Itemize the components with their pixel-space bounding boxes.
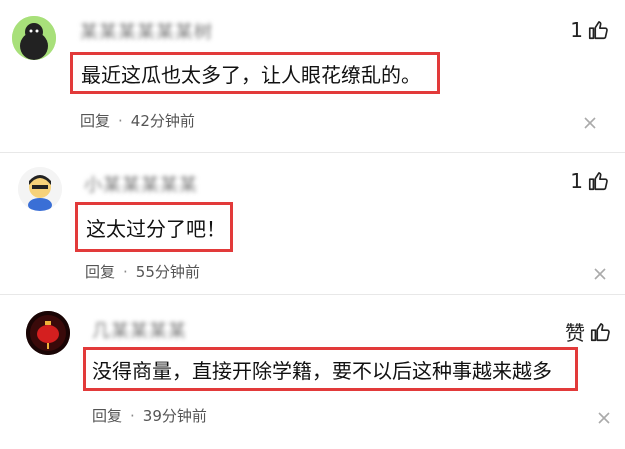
comment-item: 小某某某某某 1 这太过分了吧！ 回复 · 55分钟前 [0, 153, 625, 293]
penguin-avatar-icon [12, 16, 56, 60]
username[interactable]: 小某某某某某 [84, 171, 198, 197]
thumbs-up-icon [588, 21, 608, 40]
avatar[interactable] [26, 311, 70, 355]
comment-item: 几某某某某 赞 没得商量，直接开除学籍，要不以后这种事越来越多 回复 · 39分… [0, 295, 625, 449]
meta-separator: · [123, 262, 128, 281]
comment-text: 最近这瓜也太多了，让人眼花缭乱的。 [81, 62, 421, 87]
timestamp: 55分钟前 [135, 263, 200, 281]
username[interactable]: 几某某某某 [92, 317, 187, 343]
comment-content: 最近这瓜也太多了，让人眼花缭乱的。 [70, 52, 440, 94]
avatar[interactable] [12, 16, 56, 60]
close-icon[interactable] [597, 411, 611, 425]
close-icon[interactable] [583, 116, 597, 130]
reply-button[interactable]: 回复 [85, 261, 115, 282]
meta-separator: · [118, 111, 123, 130]
comment-content: 这太过分了吧！ [75, 202, 233, 252]
like-button[interactable]: 1 [570, 169, 609, 193]
comment-meta: 回复 · 42分钟前 [80, 110, 195, 131]
thumbs-up-icon [588, 172, 608, 191]
like-button[interactable]: 1 [570, 18, 609, 42]
like-count: 1 [570, 169, 583, 193]
username[interactable]: 某某某某某某树 [80, 18, 213, 44]
close-icon[interactable] [593, 267, 607, 281]
comment-text: 没得商量，直接开除学籍，要不以后这种事越来越多 [92, 358, 552, 383]
comment-meta: 回复 · 39分钟前 [92, 405, 207, 426]
avatar[interactable] [18, 167, 62, 211]
comment-text: 这太过分了吧！ [86, 216, 226, 241]
comment-meta: 回复 · 55分钟前 [85, 261, 200, 282]
meta-separator: · [130, 406, 135, 425]
comment-item: 某某某某某某树 1 最近这瓜也太多了，让人眼花缭乱的。 回复 · 42分钟前 [0, 0, 625, 150]
comment-content: 没得商量，直接开除学籍，要不以后这种事越来越多 [83, 347, 578, 391]
reply-button[interactable]: 回复 [80, 110, 110, 131]
timestamp: 39分钟前 [142, 407, 207, 425]
like-count: 1 [570, 18, 583, 42]
like-label: 赞 [565, 321, 585, 345]
cartoon-avatar-icon [18, 167, 62, 211]
red-lantern-avatar-icon [26, 311, 70, 355]
timestamp: 42分钟前 [130, 112, 195, 130]
thumbs-up-icon [590, 322, 610, 341]
like-button[interactable]: 赞 [565, 317, 611, 346]
reply-button[interactable]: 回复 [92, 405, 122, 426]
